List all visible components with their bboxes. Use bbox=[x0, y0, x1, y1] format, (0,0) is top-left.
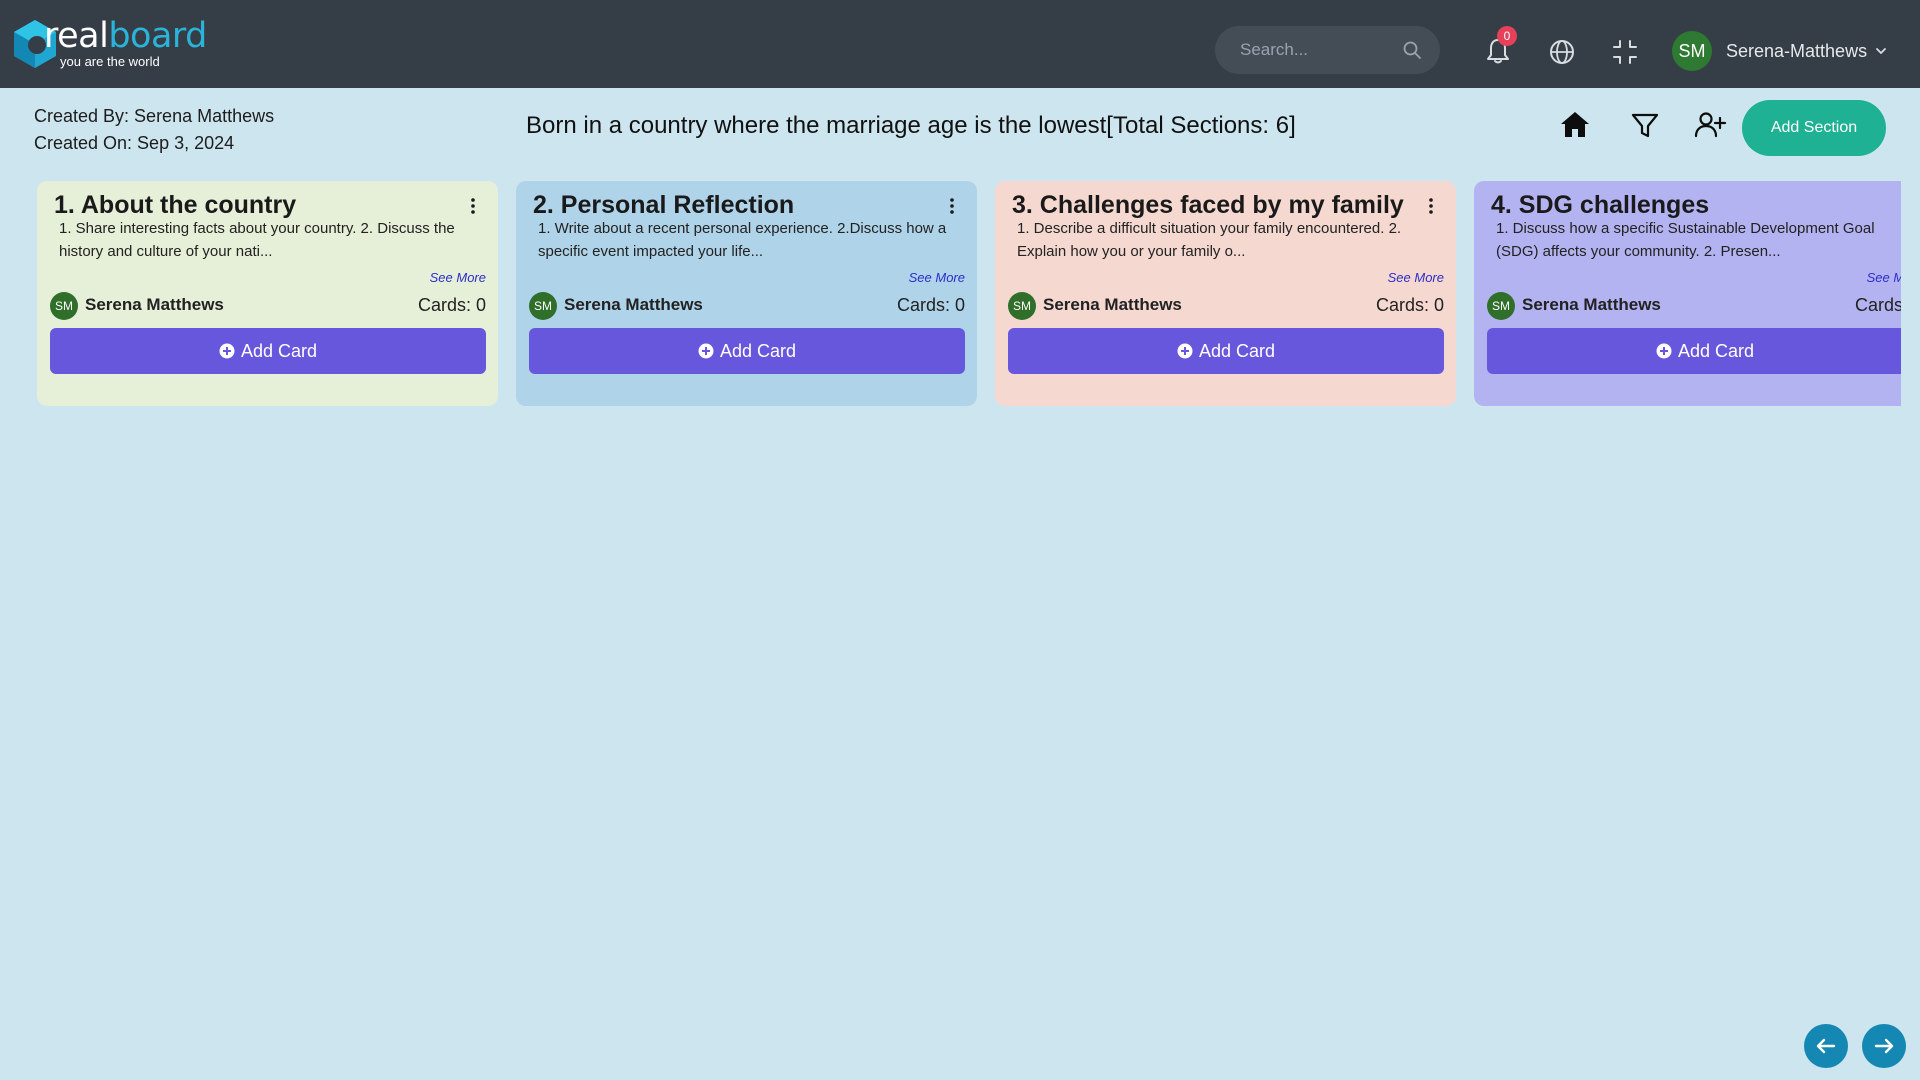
add-card-button[interactable]: Add Card bbox=[529, 328, 965, 374]
see-more-link[interactable]: See More bbox=[430, 270, 486, 285]
user-menu[interactable]: SM Serena-Matthews bbox=[1672, 31, 1892, 71]
add-card-label: Add Card bbox=[1198, 340, 1276, 361]
section-card: 3. Challenges faced by my family 1. Desc… bbox=[995, 181, 1456, 406]
scroll-left-button[interactable] bbox=[1804, 1024, 1848, 1068]
notification-count-badge: 0 bbox=[1497, 26, 1517, 46]
see-more-link[interactable]: See More bbox=[1388, 270, 1444, 285]
add-card-button[interactable]: Add Card bbox=[1487, 328, 1901, 374]
add-card-button[interactable]: Add Card bbox=[50, 328, 486, 374]
user-name: Serena-Matthews bbox=[1726, 40, 1868, 61]
section-title: 2. Personal Reflection bbox=[533, 191, 795, 219]
add-user-icon[interactable] bbox=[1693, 108, 1727, 142]
plus-circle-icon bbox=[1656, 343, 1672, 359]
section-description: 1. Discuss how a specific Sustainable De… bbox=[1496, 220, 1875, 260]
section-owner: Serena Matthews bbox=[1043, 295, 1182, 314]
owner-avatar: SM bbox=[1487, 292, 1515, 320]
section-owner: Serena Matthews bbox=[1522, 295, 1661, 314]
section-card-count: Cards: 0 bbox=[1854, 295, 1901, 315]
see-more-link[interactable]: See More bbox=[1867, 270, 1901, 285]
brand-tagline: you are the world bbox=[60, 54, 160, 69]
brand-wordmark: realboard bbox=[44, 16, 207, 56]
more-vertical-icon[interactable] bbox=[942, 196, 962, 216]
section-card: 2. Personal Reflection 1. Write about a … bbox=[516, 181, 977, 406]
section-description: 1. Write about a recent personal experie… bbox=[538, 220, 947, 260]
created-on: Created On: Sep 3, 2024 bbox=[34, 133, 235, 153]
owner-avatar: SM bbox=[50, 292, 78, 320]
add-card-button[interactable]: Add Card bbox=[1008, 328, 1444, 374]
section-title: 1. About the country bbox=[54, 191, 297, 219]
home-icon[interactable] bbox=[1558, 108, 1592, 142]
search-input[interactable] bbox=[1215, 26, 1395, 74]
search-icon[interactable] bbox=[1402, 40, 1422, 60]
section-title: 3. Challenges faced by my family bbox=[1012, 191, 1404, 219]
add-card-label: Add Card bbox=[719, 340, 797, 361]
more-vertical-icon[interactable] bbox=[1421, 196, 1441, 216]
arrow-right-icon bbox=[1874, 1038, 1894, 1054]
add-card-label: Add Card bbox=[1677, 340, 1755, 361]
compress-icon[interactable] bbox=[1610, 37, 1640, 67]
user-avatar: SM bbox=[1672, 31, 1712, 71]
section-owner: Serena Matthews bbox=[564, 295, 703, 314]
section-card-count: Cards: 0 bbox=[1375, 295, 1444, 315]
section-card: 4. SDG challenges 1. Discuss how a speci… bbox=[1474, 181, 1901, 406]
created-by: Created By: Serena Matthews bbox=[34, 106, 275, 126]
arrow-left-icon bbox=[1816, 1038, 1836, 1054]
brand-word-part1: real bbox=[44, 16, 109, 56]
brand-word-part2: board bbox=[108, 16, 207, 56]
section-card-count: Cards: 0 bbox=[896, 295, 965, 315]
globe-icon[interactable] bbox=[1547, 37, 1577, 67]
section-owner: Serena Matthews bbox=[85, 295, 224, 314]
add-section-button[interactable]: Add Section bbox=[1742, 100, 1886, 156]
plus-circle-icon bbox=[1177, 343, 1193, 359]
chevron-down-icon bbox=[1876, 48, 1886, 54]
section-description: 1. Describe a difficult situation your f… bbox=[1017, 220, 1402, 260]
more-vertical-icon[interactable] bbox=[1900, 196, 1901, 216]
board-title: Born in a country where the marriage age… bbox=[526, 112, 1296, 139]
top-navbar: realboard you are the world 0 SM Serena-… bbox=[0, 0, 1920, 88]
scroll-right-button[interactable] bbox=[1862, 1024, 1906, 1068]
sections-row: 1. About the country 1. Share interestin… bbox=[37, 181, 1901, 411]
section-description: 1. Share interesting facts about your co… bbox=[59, 220, 455, 260]
owner-avatar: SM bbox=[1008, 292, 1036, 320]
more-vertical-icon[interactable] bbox=[463, 196, 483, 216]
section-title: 4. SDG challenges bbox=[1491, 191, 1710, 219]
filter-icon[interactable] bbox=[1628, 108, 1662, 142]
section-card: 1. About the country 1. Share interestin… bbox=[37, 181, 498, 406]
search-box bbox=[1215, 26, 1440, 74]
plus-circle-icon bbox=[219, 343, 235, 359]
section-card-count: Cards: 0 bbox=[417, 295, 486, 315]
add-card-label: Add Card bbox=[240, 340, 318, 361]
board-meta: Created By: Serena Matthews Created On: … bbox=[34, 103, 274, 157]
plus-circle-icon bbox=[698, 343, 714, 359]
brand-logo[interactable]: realboard you are the world bbox=[10, 16, 207, 72]
owner-avatar: SM bbox=[529, 292, 557, 320]
see-more-link[interactable]: See More bbox=[909, 270, 965, 285]
